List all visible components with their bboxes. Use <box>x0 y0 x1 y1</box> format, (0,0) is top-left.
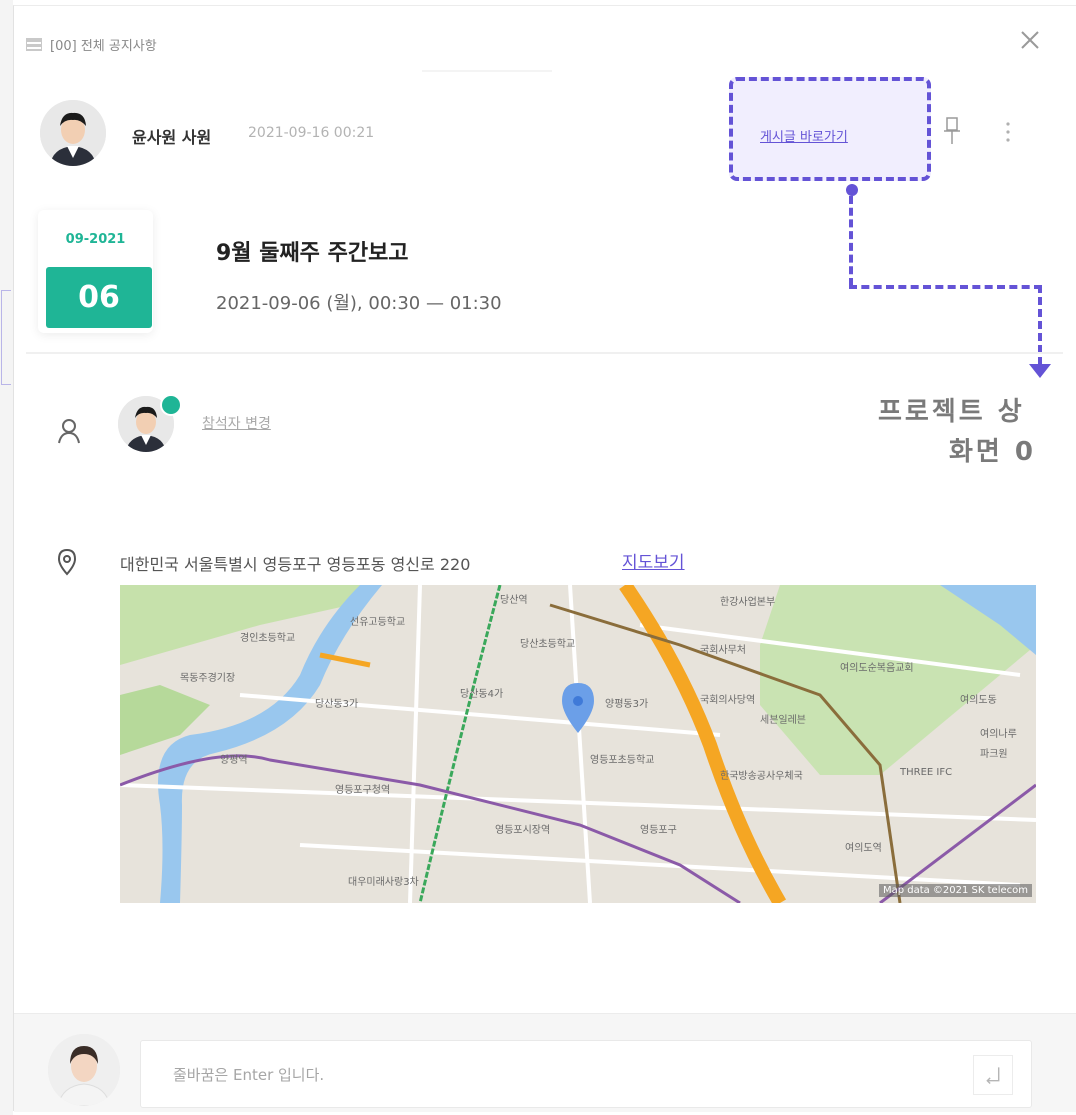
comment-input[interactable] <box>171 1041 955 1109</box>
map-label: 목동주경기장 <box>180 673 236 684</box>
map-label: 영등포구청역 <box>335 785 391 796</box>
annotation-line: 화면 0 <box>949 437 1036 467</box>
enter-icon[interactable] <box>973 1055 1013 1095</box>
map-label: 여의도동 <box>960 695 997 706</box>
map-label: 여의도역 <box>845 843 882 854</box>
event-title: 9월 둘째주 주간보고 <box>216 241 409 266</box>
map-label: 세븐일레븐 <box>760 715 806 726</box>
person-icon <box>58 419 80 444</box>
event-month-year: 09-2021 <box>65 232 126 247</box>
map-label: 당산동4가 <box>460 689 504 700</box>
map-label: 한강사업본부 <box>720 597 776 608</box>
event-day: 06 <box>46 267 152 328</box>
map-label: 경인초등학교 <box>240 633 296 644</box>
map-label: 선유고등학교 <box>350 617 406 628</box>
event-date-card: 09-2021 06 <box>38 210 153 333</box>
more-vertical-icon[interactable] <box>1003 120 1013 144</box>
connector-arrow-icon <box>1029 364 1051 378</box>
goto-post-link[interactable]: 게시글 바로가기 <box>760 126 848 145</box>
map-label: 국회의사당역 <box>700 695 756 706</box>
map-label: 영등포시장역 <box>495 825 551 836</box>
view-map-link[interactable]: 지도보기 <box>622 548 685 573</box>
annotation-callout: 프로젝트 상 화면 0 <box>866 392 1076 472</box>
change-participants-link[interactable]: 참석자 변경 <box>202 413 271 433</box>
map-label: 당산동3가 <box>315 699 359 710</box>
author-name: 윤사원 사원 <box>132 128 212 147</box>
map-label: THREE IFC <box>900 767 953 778</box>
map-label: 한국방송공사우체국 <box>720 771 803 782</box>
map-label: 국회사무처 <box>700 645 746 656</box>
map-credit: Map data ©2021 SK telecom <box>878 884 1032 897</box>
comment-box <box>140 1040 1032 1109</box>
map-label: 영등포초등학교 <box>590 755 655 766</box>
header-divider <box>422 70 552 72</box>
post-date: 2021-09-16 00:21 <box>248 125 375 141</box>
pin-icon[interactable] <box>942 116 962 148</box>
connector-line <box>849 196 853 286</box>
map-label: 파크원 <box>980 749 1008 760</box>
board-list-icon <box>26 38 42 51</box>
close-icon[interactable] <box>1016 26 1044 54</box>
map-label: 양평동3가 <box>605 699 649 710</box>
connector-line <box>849 285 1042 289</box>
connector-dot <box>846 184 858 196</box>
author-avatar[interactable] <box>40 100 106 166</box>
map-label: 당산초등학교 <box>520 639 576 650</box>
map-label: 여의도순복음교회 <box>840 663 914 674</box>
annotation-line: 프로젝트 상 <box>878 397 1025 427</box>
background-selection-mark <box>1 290 11 385</box>
board-name: [00] 전체 공지사항 <box>50 39 157 54</box>
current-user-avatar <box>48 1034 120 1106</box>
map-label: 영등포구 <box>640 825 677 836</box>
location-pin-icon <box>57 548 77 576</box>
map-label: 대우미래사랑3차 <box>348 877 419 888</box>
section-divider <box>26 352 1063 354</box>
map-label: 양평역 <box>220 755 248 766</box>
event-time-range: 2021-09-06 (월), 00:30 — 01:30 <box>216 293 502 314</box>
location-map[interactable]: 당산역 한강사업본부 선유고등학교 경인초등학교 당산초등학교 국회사무처 여의… <box>120 585 1036 903</box>
map-label: 당산역 <box>500 595 528 606</box>
online-status-badge <box>160 394 182 416</box>
background-panel <box>0 0 13 1115</box>
map-label: 여의나루 <box>980 729 1017 740</box>
location-address: 대한민국 서울특별시 영등포구 영등포동 영신로 220 <box>120 555 471 574</box>
